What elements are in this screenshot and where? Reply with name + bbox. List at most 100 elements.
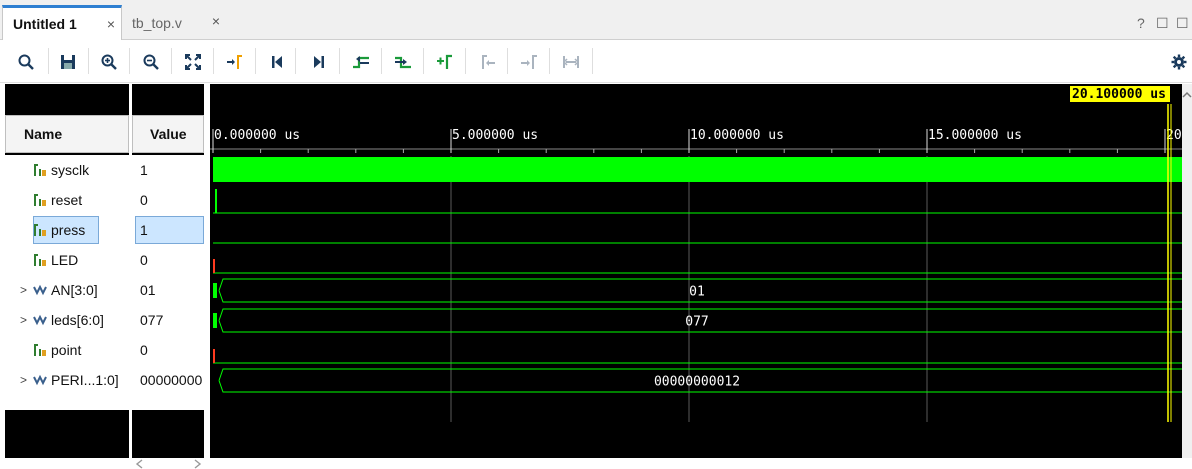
signal-name: AN[3:0] xyxy=(51,282,98,298)
signal-name: point xyxy=(51,342,82,358)
help-icon[interactable]: ? xyxy=(1137,15,1145,31)
go-to-end-icon[interactable] xyxy=(307,50,331,74)
bus-signal-icon xyxy=(33,374,47,386)
expand-chevron-icon[interactable]: > xyxy=(20,373,27,387)
point-transition xyxy=(213,349,215,363)
toolbar-separator xyxy=(213,48,214,74)
toolbar xyxy=(0,41,1192,83)
signal-value: 0 xyxy=(140,342,148,358)
bus-signal-icon xyxy=(33,314,47,326)
signal-value: 01 xyxy=(140,282,156,298)
previous-marker-icon[interactable] xyxy=(476,50,500,74)
toolbar-separator xyxy=(507,48,508,74)
signal-value: 1 xyxy=(140,162,148,178)
toolbar-separator xyxy=(423,48,424,74)
next-marker-icon[interactable] xyxy=(517,50,541,74)
signal-row-name[interactable]: reset xyxy=(5,185,129,215)
signal-row-value[interactable]: 00000000 xyxy=(132,365,204,395)
signal-name: PERI...1:0] xyxy=(51,372,119,388)
toolbar-separator xyxy=(549,48,550,74)
add-marker-icon[interactable] xyxy=(433,50,457,74)
next-transition-icon[interactable] xyxy=(391,50,415,74)
bus-signal-icon xyxy=(33,284,47,296)
signal-value: 1 xyxy=(140,222,148,238)
tick-label: 15.000000 us xyxy=(928,128,1022,143)
signal-name: press xyxy=(51,222,86,238)
save-icon[interactable] xyxy=(56,50,80,74)
settings-icon[interactable] xyxy=(1167,50,1191,74)
zoom-out-icon[interactable] xyxy=(139,50,163,74)
signal-icon xyxy=(34,344,46,356)
signal-name: LED xyxy=(51,252,79,268)
signal-name: leds[6:0] xyxy=(51,312,104,328)
tick-label: 5.000000 us xyxy=(452,128,538,143)
bus-value-label: 01 xyxy=(689,285,705,300)
signal-row-name[interactable]: > leds[6:0] xyxy=(5,305,129,335)
cursor-time-label: 20.100000 us xyxy=(1072,87,1166,102)
name-column-header[interactable]: Name xyxy=(5,115,129,153)
toolbar-separator xyxy=(381,48,382,74)
tick-label: 0.000000 us xyxy=(214,128,300,143)
signal-value: 077 xyxy=(140,312,164,328)
waveform-canvas[interactable]: 0.000000 us 5.000000 us 10.000000 us 15.000… xyxy=(210,84,1182,464)
signal-row-name[interactable]: > AN[3:0] xyxy=(5,275,129,305)
toolbar-separator xyxy=(295,48,296,74)
signal-name: sysclk xyxy=(51,162,90,178)
signal-icon xyxy=(34,254,46,266)
signal-value: 00000000 xyxy=(140,372,203,388)
signal-row-name[interactable]: point xyxy=(5,335,129,365)
signal-name: reset xyxy=(51,192,83,208)
signal-value: 0 xyxy=(140,252,148,268)
toolbar-separator xyxy=(129,48,130,74)
toolbar-separator xyxy=(255,48,256,74)
bus-value-label: 077 xyxy=(685,315,708,330)
horizontal-scrollbar[interactable] xyxy=(0,458,1192,469)
signal-row-value[interactable]: 0 xyxy=(132,185,204,215)
toolbar-separator xyxy=(465,48,466,74)
close-icon[interactable]: × xyxy=(107,16,115,32)
go-to-start-icon[interactable] xyxy=(265,50,289,74)
close-icon[interactable]: × xyxy=(212,13,220,29)
go-to-cursor-icon[interactable] xyxy=(223,50,247,74)
toolbar-separator xyxy=(592,48,593,74)
value-column-header[interactable]: Value xyxy=(132,115,204,153)
swap-cursors-icon[interactable] xyxy=(559,50,583,74)
signal-row-name[interactable]: sysclk xyxy=(5,155,129,185)
bus-transition xyxy=(213,283,217,298)
tab-untitled-1[interactable]: Untitled 1 × xyxy=(2,5,122,40)
vertical-scrollbar[interactable] xyxy=(1182,84,1192,469)
led-transition xyxy=(213,259,215,273)
previous-transition-icon[interactable] xyxy=(349,50,373,74)
signal-row-name[interactable]: LED xyxy=(5,245,129,275)
expand-chevron-icon[interactable]: > xyxy=(20,313,27,327)
toolbar-separator xyxy=(171,48,172,74)
tick-label: 10.000000 us xyxy=(690,128,784,143)
tab-label: Untitled 1 xyxy=(13,16,77,32)
expand-chevron-icon[interactable]: > xyxy=(20,283,27,297)
signal-icon xyxy=(34,194,46,206)
signal-row-name[interactable]: > PERI...1:0] xyxy=(5,365,129,395)
bus-transition xyxy=(213,313,217,328)
signal-row-value[interactable]: 01 xyxy=(132,275,204,305)
signal-row-name[interactable]: press xyxy=(5,215,129,245)
signal-icon xyxy=(34,224,46,236)
zoom-in-icon[interactable] xyxy=(97,50,121,74)
reset-pulse xyxy=(215,189,217,213)
restore-icon[interactable]: ☐ xyxy=(1156,15,1169,32)
toolbar-separator xyxy=(339,48,340,74)
maximize-icon[interactable]: ☐ xyxy=(1176,15,1189,32)
scroll-arrows-icon[interactable] xyxy=(133,458,213,469)
scroll-up-icon[interactable] xyxy=(1182,88,1192,102)
signal-row-value[interactable]: 077 xyxy=(132,305,204,335)
signal-row-value[interactable]: 1 xyxy=(132,215,204,245)
tab-bar: Untitled 1 × tb_top.v × ? ☐ ☐ xyxy=(0,0,1192,40)
signal-icon xyxy=(34,164,46,176)
tab-label: tb_top.v xyxy=(132,14,182,31)
zoom-fit-icon[interactable] xyxy=(181,50,205,74)
search-icon[interactable] xyxy=(14,50,38,74)
signal-row-value[interactable]: 0 xyxy=(132,245,204,275)
waveform-window: Untitled 1 × tb_top.v × ? ☐ ☐ Name Value… xyxy=(0,0,1192,469)
tab-tb-top[interactable]: tb_top.v × xyxy=(122,5,226,40)
signal-row-value[interactable]: 1 xyxy=(132,155,204,185)
signal-row-value[interactable]: 0 xyxy=(132,335,204,365)
